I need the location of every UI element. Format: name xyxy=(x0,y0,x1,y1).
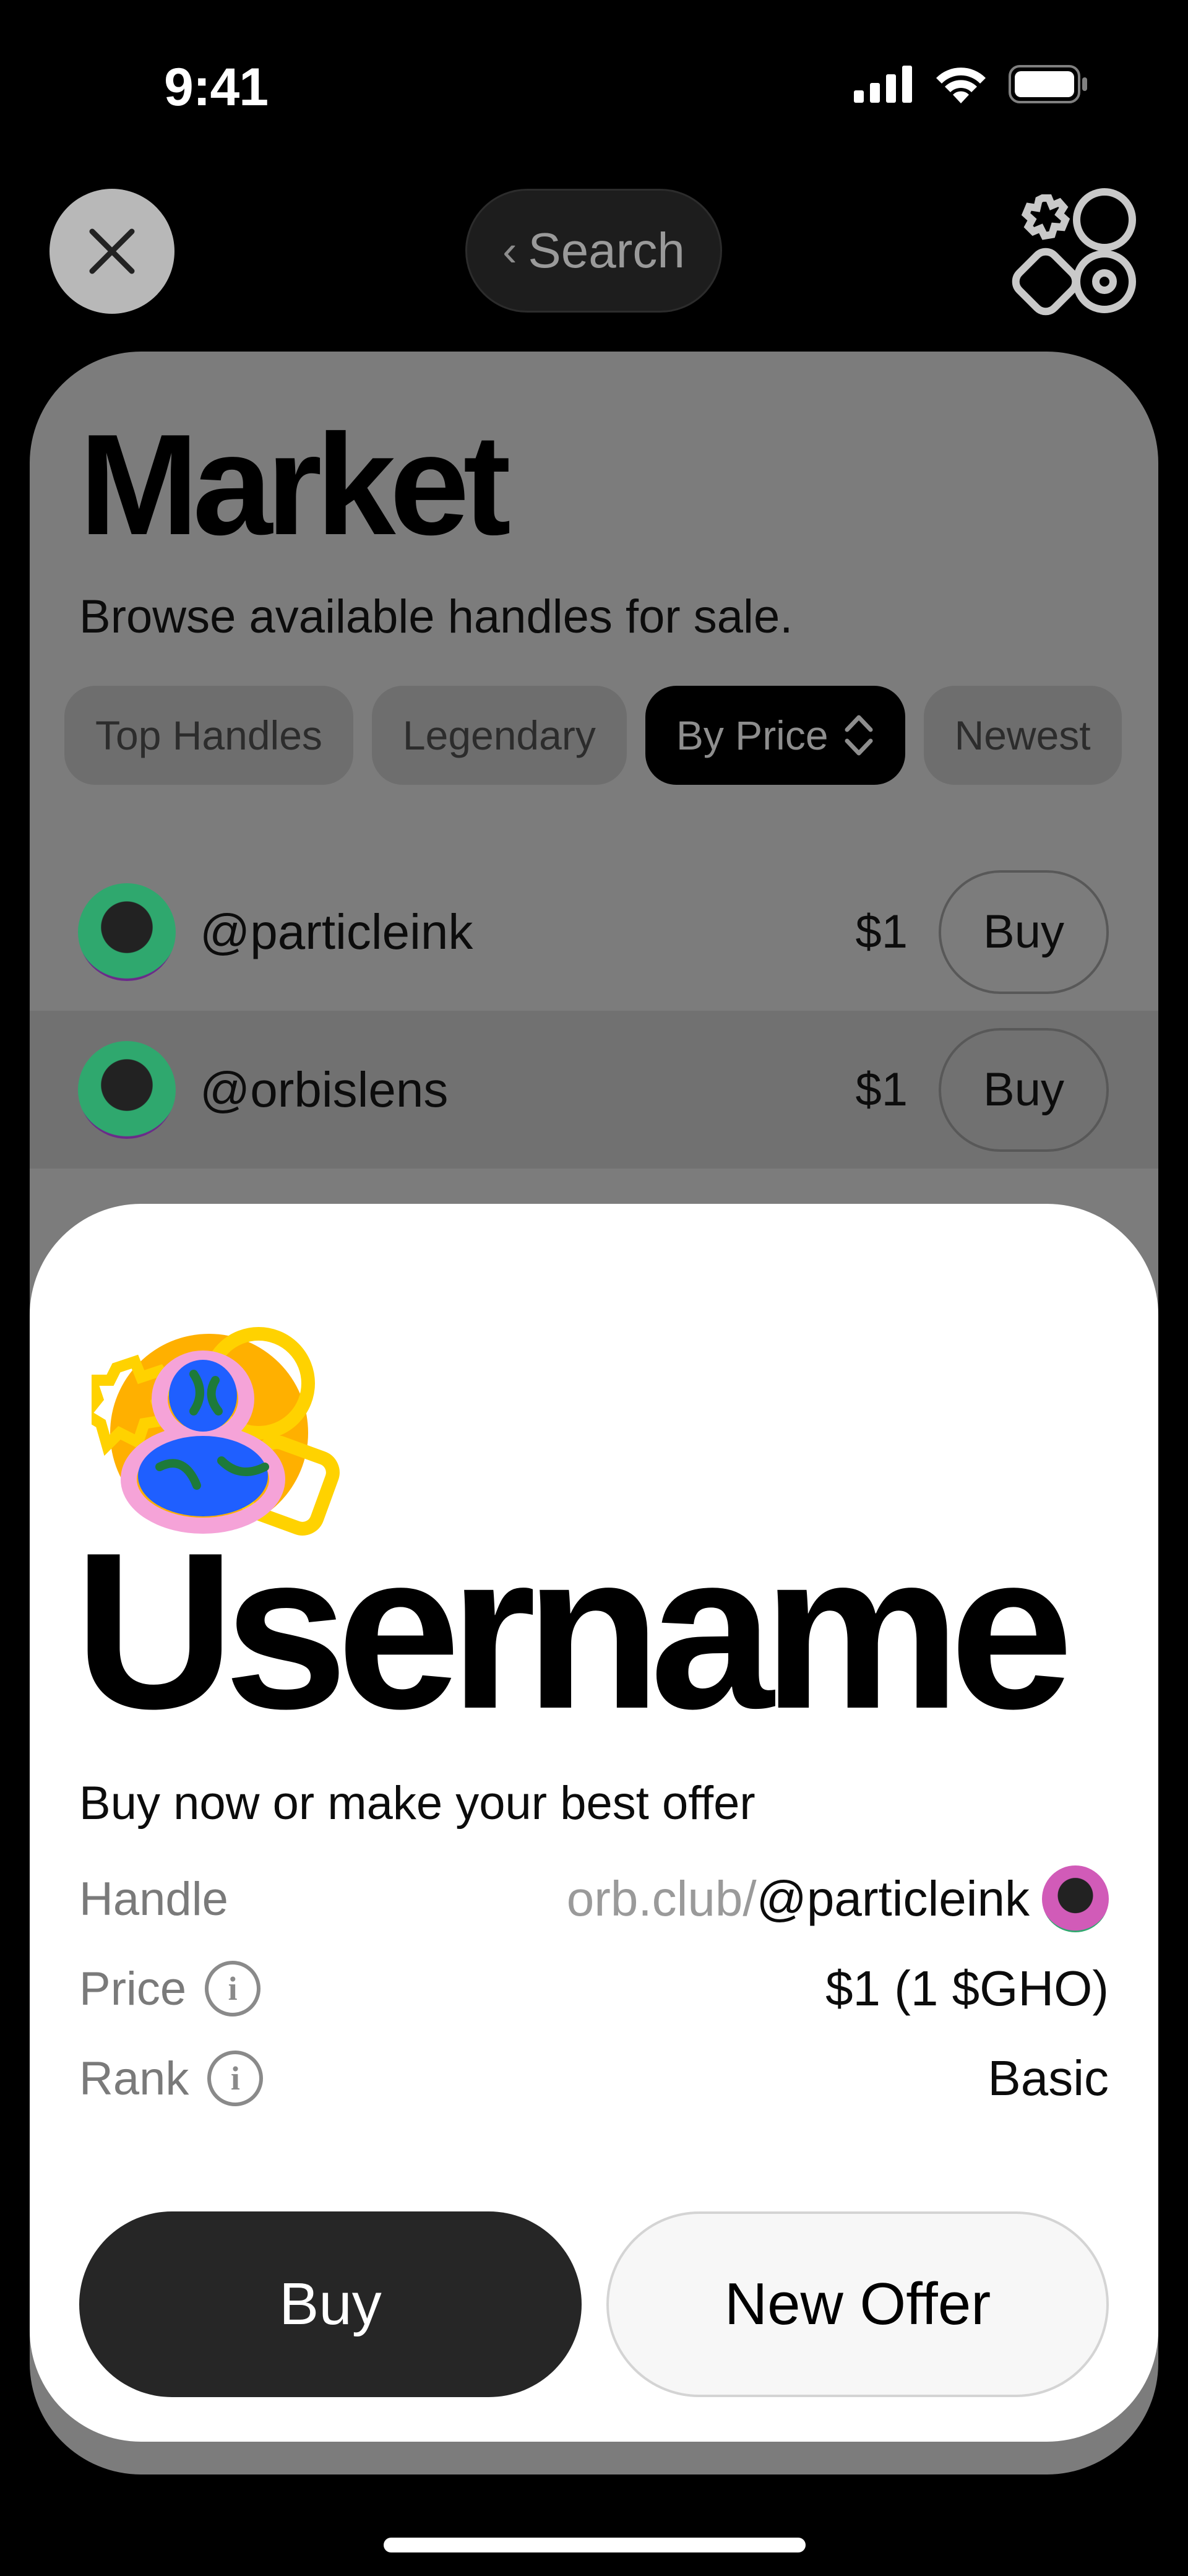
filter-chips: Top Handles Legendary By Price Newest xyxy=(64,686,1122,785)
handle-text: @particleink xyxy=(756,1871,1030,1926)
avatar xyxy=(78,1040,176,1139)
page-title: Market xyxy=(79,405,511,565)
handle-prefix: orb.club/ xyxy=(566,1871,757,1926)
rank-label: Rank xyxy=(79,2052,189,2105)
list-item[interactable]: @orbislens $1 Buy xyxy=(30,1011,1158,1169)
sheet-title: Username xyxy=(74,1506,1074,1755)
status-bar: 9:41 xyxy=(0,0,1188,173)
purchase-sheet: Username Buy now or make your best offer… xyxy=(30,1204,1158,2442)
battery-icon xyxy=(1009,65,1087,103)
detail-row-price: Price i $1 (1 $GHO) xyxy=(79,1951,1109,2026)
avatar xyxy=(1042,1865,1109,1932)
status-icons xyxy=(854,65,1089,103)
row-buy-button[interactable]: Buy xyxy=(939,1027,1109,1152)
info-icon[interactable]: i xyxy=(205,1961,261,2016)
price-label-group: Price i xyxy=(79,1961,261,2016)
wifi-icon xyxy=(936,67,986,103)
rank-label-group: Rank i xyxy=(79,2051,264,2106)
row-handle: @orbislens xyxy=(200,1061,449,1117)
rank-value: Basic xyxy=(988,2051,1109,2106)
row-price: $1 xyxy=(855,905,908,958)
home-indicator[interactable] xyxy=(384,2538,806,2552)
avatar xyxy=(78,883,176,981)
filter-newest[interactable]: Newest xyxy=(923,686,1122,785)
search-label: Search xyxy=(528,223,685,278)
new-offer-button[interactable]: New Offer xyxy=(606,2211,1109,2397)
info-icon[interactable]: i xyxy=(207,2051,264,2106)
page-subtitle: Browse available handles for sale. xyxy=(79,590,793,643)
filter-top-handles[interactable]: Top Handles xyxy=(64,686,353,785)
list-item[interactable]: @particleink $1 Buy xyxy=(30,853,1158,1011)
detail-row-handle: Handle orb.club/@particleink xyxy=(79,1862,1109,1936)
close-icon xyxy=(89,228,135,274)
cellular-signal-icon xyxy=(854,66,912,103)
back-chevron-icon: ‹ xyxy=(502,227,517,275)
detail-row-rank: Rank i Basic xyxy=(79,2041,1109,2116)
search-button[interactable]: ‹ Search xyxy=(465,189,722,313)
sort-updown-icon xyxy=(845,715,873,756)
handle-label: Handle xyxy=(79,1872,228,1926)
price-label: Price xyxy=(79,1962,187,2015)
filter-by-price-label: By Price xyxy=(676,712,829,758)
row-buy-button[interactable]: Buy xyxy=(939,870,1109,994)
sheet-subtitle: Buy now or make your best offer xyxy=(79,1777,755,1830)
filter-legendary[interactable]: Legendary xyxy=(371,686,627,785)
row-price: $1 xyxy=(855,1063,908,1116)
close-button[interactable] xyxy=(50,189,174,314)
filter-by-price[interactable]: By Price xyxy=(645,686,905,785)
status-time: 9:41 xyxy=(164,58,269,117)
buy-button[interactable]: Buy xyxy=(79,2211,582,2397)
handle-value: orb.club/@particleink xyxy=(567,1865,1109,1932)
price-value: $1 (1 $GHO) xyxy=(825,1961,1109,2016)
row-handle: @particleink xyxy=(200,904,473,959)
orb-logo-icon[interactable] xyxy=(1009,186,1142,319)
